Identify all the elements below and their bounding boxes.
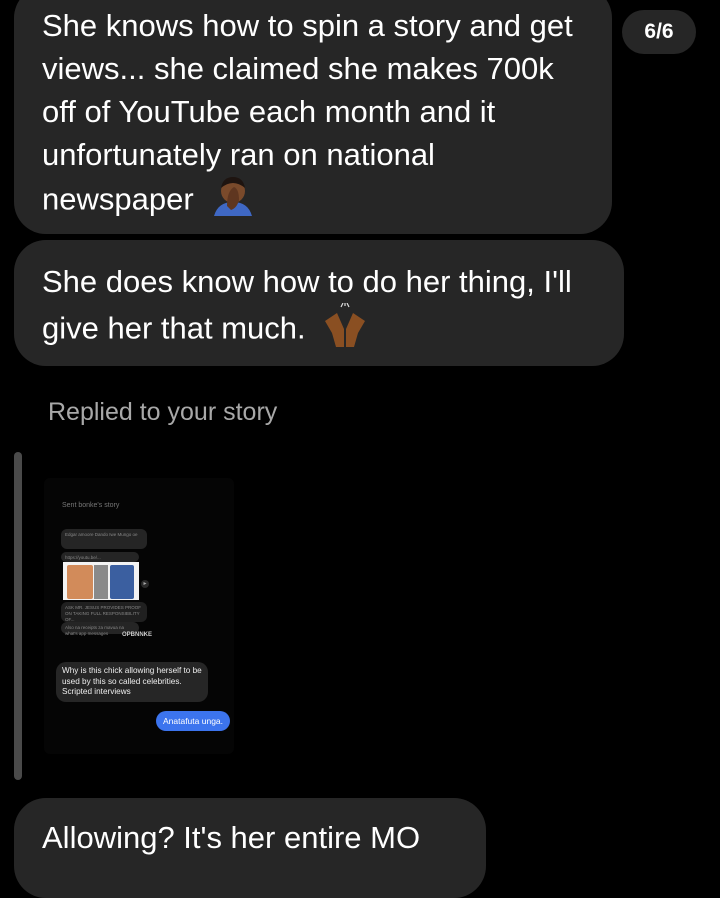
message-text: Allowing? It's her entire MO	[42, 820, 421, 855]
reply-indicator-bar	[14, 452, 22, 780]
story-photo	[63, 562, 139, 600]
raising-hands-icon	[322, 302, 368, 358]
story-sent-text: Sent bonke's story	[62, 502, 120, 509]
story-preview[interactable]: Sent bonke's story Edgar amoore Dando Iw…	[44, 478, 234, 754]
story-link-card: https://youtu.be/...	[61, 552, 139, 562]
story-gray-message: Why is this chick allowing herself to be…	[56, 662, 208, 702]
message-bubble[interactable]: Allowing? It's her entire MO	[14, 798, 486, 898]
reply-label: Replied to your story	[48, 398, 278, 426]
story-blue-message: Anatafuta unga.	[156, 711, 230, 731]
page-counter-badge: 6/6	[622, 10, 696, 54]
story-card: Edgar amoore Dando Iwe Mungo oe	[61, 529, 147, 549]
story-caption: ASK MR. JESUS PROVIDES PROOF ON TAKING F…	[61, 602, 147, 622]
facepalm-icon	[210, 176, 256, 227]
story-brand: OPBNNKE	[122, 632, 153, 638]
share-arrow-icon: ▸	[141, 580, 149, 588]
message-text: She does know how to do her thing, I'll …	[42, 264, 572, 346]
message-text: She knows how to spin a story and get vi…	[42, 8, 573, 217]
message-bubble[interactable]: She knows how to spin a story and get vi…	[14, 0, 612, 234]
message-bubble[interactable]: She does know how to do her thing, I'll …	[14, 240, 624, 366]
